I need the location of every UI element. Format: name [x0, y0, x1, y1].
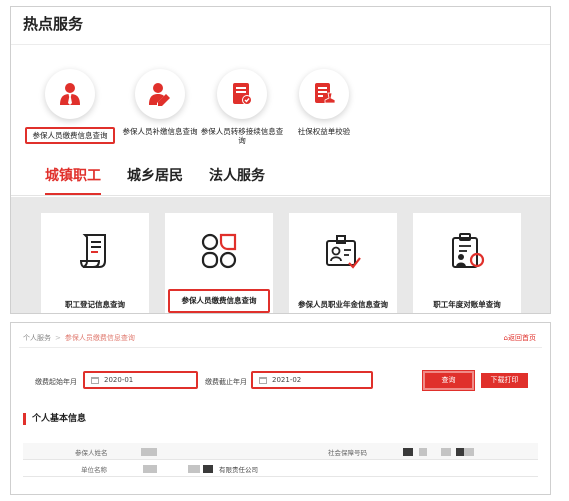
payment-query-panel: 个人服务 > 参保人员缴费信息查询 ⌂返回首页 缴费起始年月 2020-01 缴费截…	[10, 322, 551, 495]
redacted-value	[403, 448, 413, 456]
query-button[interactable]: 查询	[422, 370, 475, 391]
unit-name-label: 单位名称	[81, 466, 107, 474]
redacted-value	[464, 448, 474, 456]
user-tie-icon	[60, 83, 80, 105]
redacted-value	[441, 448, 451, 456]
unit-name-suffix: 有限责任公司	[219, 466, 258, 474]
hot-services-title: 热点服务	[23, 15, 84, 33]
divider	[11, 195, 550, 196]
card-annual-statement-query[interactable]: 职工年度对账单查询	[413, 213, 521, 313]
end-month-value: 2021-02	[272, 376, 302, 384]
card-label: 职工登记信息查询	[65, 300, 125, 309]
section-title: 个人基本信息	[23, 413, 86, 425]
basic-info-table: 参保人姓名 社会保障号码 单位名称 有限责任公司	[23, 443, 538, 477]
service-payment-query[interactable]: 参保人员缴费信息查询	[25, 69, 115, 144]
tab-urban-workers[interactable]: 城镇职工	[45, 165, 101, 195]
breadcrumb-separator: >	[55, 334, 61, 342]
start-month-label: 缴费起始年月	[35, 378, 77, 386]
service-label: 参保人员缴费信息查询	[25, 127, 115, 144]
table-row: 参保人姓名 社会保障号码	[23, 443, 538, 460]
breadcrumb: 个人服务 > 参保人员缴费信息查询	[23, 333, 135, 343]
service-label: 参保人员补缴信息查询	[122, 127, 198, 136]
clipboard-person-icon	[452, 233, 485, 268]
end-month-input[interactable]: 2021-02	[251, 371, 373, 389]
insured-name-label: 参保人姓名	[75, 449, 108, 457]
grid-cells-icon	[201, 233, 237, 269]
id-card-check-icon	[326, 235, 361, 269]
ssn-label: 社会保障号码	[328, 449, 367, 457]
calendar-icon	[91, 376, 99, 384]
service-icon-circle	[217, 69, 267, 119]
card-occupational-annuity-query[interactable]: 参保人员职业年金信息查询	[289, 213, 397, 313]
service-icon-circle	[45, 69, 95, 119]
card-worker-registration-query[interactable]: 职工登记信息查询	[41, 213, 149, 313]
back-home-link[interactable]: ⌂返回首页	[504, 333, 536, 343]
service-label: 社保权益单校验	[297, 127, 351, 136]
document-stamp-icon	[315, 83, 336, 104]
category-tabs: 城镇职工 城乡居民 法人服务	[45, 165, 291, 195]
scroll-icon	[79, 234, 106, 268]
divider	[19, 347, 542, 348]
service-icon-circle	[299, 69, 349, 119]
hot-services-panel: 热点服务 参保人员缴费信息查询 参保人员补缴信息查询 参保人员转移接续信息查询 …	[10, 6, 551, 314]
document-check-icon	[233, 83, 252, 105]
service-icon-circle	[135, 69, 185, 119]
divider	[11, 44, 550, 45]
redacted-value	[203, 465, 213, 473]
tab-legal-person-service[interactable]: 法人服务	[209, 165, 265, 195]
redacted-value	[188, 465, 200, 473]
end-month-label: 缴费截止年月	[205, 378, 247, 386]
redacted-value	[456, 448, 464, 456]
start-month-value: 2020-01	[104, 376, 134, 384]
card-label: 参保人员缴费信息查询	[168, 289, 270, 313]
redacted-value	[419, 448, 427, 456]
service-label: 参保人员转移接续信息查询	[200, 127, 284, 145]
back-home-label: 返回首页	[508, 334, 536, 342]
redacted-value	[143, 465, 157, 473]
user-edit-icon	[149, 83, 170, 106]
tab-urban-rural-residents[interactable]: 城乡居民	[127, 165, 183, 195]
redacted-value	[141, 448, 157, 456]
service-supplement-query[interactable]: 参保人员补缴信息查询	[115, 69, 205, 136]
service-card-area: 职工登记信息查询 参保人员缴费信息查询 参保人员职业年金信息查询 职工年度对账单…	[11, 197, 550, 313]
download-print-button[interactable]: 下载打印	[481, 373, 528, 388]
service-rights-verify[interactable]: 社保权益单校验	[279, 69, 369, 136]
start-month-input[interactable]: 2020-01	[83, 371, 198, 389]
table-row: 单位名称 有限责任公司	[23, 460, 538, 477]
breadcrumb-root[interactable]: 个人服务	[23, 334, 51, 342]
service-transfer-query[interactable]: 参保人员转移接续信息查询	[197, 69, 287, 145]
calendar-icon	[259, 376, 267, 384]
card-label: 职工年度对账单查询	[433, 300, 501, 309]
card-payment-info-query[interactable]: 参保人员缴费信息查询	[165, 213, 273, 313]
card-label: 参保人员职业年金信息查询	[298, 300, 388, 309]
breadcrumb-current: 参保人员缴费信息查询	[64, 334, 135, 342]
